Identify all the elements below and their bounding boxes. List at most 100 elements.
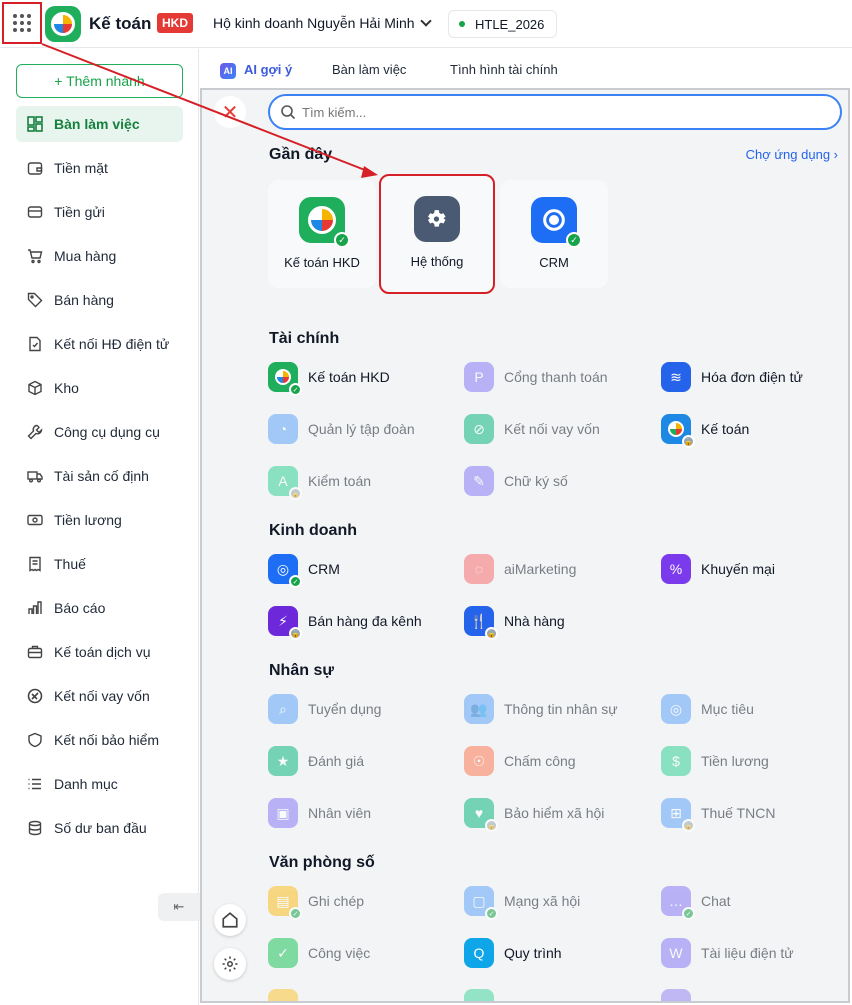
sidebar-item-tien-luong[interactable]: Tiền lương	[16, 502, 183, 538]
main-tabs: AI AI gợi ý Bàn làm việc Tình hình tài ch…	[200, 49, 852, 89]
home-icon	[222, 912, 238, 928]
sidebar-item-ke-toan-dich-vu[interactable]: Kế toán dịch vụ	[16, 634, 183, 670]
sidebar-item-danh-muc[interactable]: Danh mục	[16, 766, 183, 802]
sidebar-item-label: Kho	[54, 380, 79, 396]
sidebar-item-ket-noi-bao-hiem[interactable]: Kết nối bảo hiểm	[16, 722, 183, 758]
sidebar-item-label: Số dư ban đầu	[54, 820, 147, 836]
truck-icon	[26, 467, 44, 485]
app-muc-tieu[interactable]: ◎ Mục tiêu	[661, 693, 754, 725]
app-ket-noi-vay-von[interactable]: ⊘ Kết nối vay vốn	[464, 413, 600, 445]
app-launcher-button[interactable]	[2, 2, 42, 44]
collapse-sidebar-button[interactable]: ⇤	[158, 893, 200, 921]
tab-ai-goi-y[interactable]: AI AI gợi ý	[220, 62, 292, 79]
sidebar-item-kho[interactable]: Kho	[16, 370, 183, 406]
app-store-link[interactable]: Chợ ứng dụng ›	[746, 147, 838, 162]
app-ban-hang-da-kenh[interactable]: ⚡ 🔒 Bán hàng đa kênh	[268, 605, 422, 640]
business-selector[interactable]: Hộ kinh doanh Nguyễn Hải Minh	[213, 15, 415, 31]
close-button[interactable]: ✕	[214, 96, 246, 128]
section-title-finance: Tài chính	[269, 330, 340, 347]
app-chat[interactable]: … ✓ Chat	[661, 885, 731, 920]
app-cham-cong[interactable]: ☉ Chấm công	[464, 745, 576, 777]
sidebar-item-mua-hang[interactable]: Mua hàng	[16, 238, 183, 274]
recent-app-he-thong[interactable]: Hệ thống	[379, 174, 495, 294]
shield-icon	[26, 731, 44, 749]
tab-tinh-hinh-tai-chinh[interactable]: Tình hình tài chính	[450, 62, 558, 77]
environment-selector[interactable]: HTLE_2026	[448, 10, 558, 38]
app-quy-trinh[interactable]: Q Quy trình	[464, 937, 562, 969]
app-tai-lieu-dien-tu[interactable]: W Tài liệu điện tử	[661, 937, 794, 969]
app-danh-gia[interactable]: ★ Đánh giá	[268, 745, 364, 777]
sidebar-item-label: Kế toán dịch vụ	[54, 644, 151, 660]
app-mang-xa-hoi[interactable]: ▢ ✓ Mạng xã hội	[464, 885, 580, 920]
search-box[interactable]	[268, 94, 842, 130]
app-cong-thanh-toan[interactable]: P Cổng thanh toán	[464, 361, 608, 393]
app-ke-toan-hkd[interactable]: ✓ Kế toán HKD	[268, 361, 390, 396]
fingerprint-icon: ☉	[464, 746, 494, 776]
sidebar-item-label: Thuế	[54, 556, 86, 572]
settings-button[interactable]	[214, 948, 246, 980]
gear-icon	[222, 956, 238, 972]
sidebar-item-so-du-ban-dau[interactable]: Số dư ban đầu	[16, 810, 183, 846]
chevron-down-icon[interactable]	[420, 15, 432, 27]
sidebar-item-ban-hang[interactable]: Bán hàng	[16, 282, 183, 318]
sidebar-item-ket-noi-hd[interactable]: Kết nối HĐ điện tử	[16, 326, 183, 362]
add-branch-button[interactable]: + Thêm nhánh	[16, 64, 183, 98]
tab-ban-lam-viec[interactable]: Bàn làm việc	[332, 62, 406, 77]
app-ghi-chep[interactable]: ▤ ✓ Ghi chép	[268, 885, 364, 920]
app-hoa-don-dien-tu[interactable]: ≋ Hóa đơn điện tử	[661, 361, 803, 393]
audit-icon: A 🔒	[268, 466, 302, 500]
sidebar-item-tai-san[interactable]: Tài sản cố định	[16, 458, 183, 494]
grid-icon	[13, 14, 31, 32]
e-invoice-icon: ≋	[661, 362, 691, 392]
app-icon-partial	[464, 989, 494, 1001]
payment-gateway-icon: P	[464, 362, 494, 392]
ai-icon: AI	[220, 62, 236, 79]
app-thong-tin-nhan-su[interactable]: 👥 Thông tin nhân sự	[464, 693, 618, 725]
app-ke-toan[interactable]: 🔒 Kế toán	[661, 413, 749, 448]
app-quan-ly-tap-doan[interactable]: ◔ Quản lý tập đoàn	[268, 413, 415, 445]
invoice-icon	[26, 335, 44, 353]
app-bao-hiem-xa-hoi[interactable]: ♥ 🔒 Bảo hiểm xã hội	[464, 797, 604, 832]
app-thue-tncn[interactable]: ⊞ 🔒 Thuế TNCN	[661, 797, 775, 832]
top-bar: Kế toán HKD Hộ kinh doanh Nguyễn Hải Min…	[0, 0, 852, 48]
sidebar-item-tien-gui[interactable]: Tiền gửi	[16, 194, 183, 230]
sidebar-item-bao-cao[interactable]: Báo cáo	[16, 590, 183, 626]
app-nha-hang[interactable]: 🍴 🔒 Nhà hàng	[464, 605, 565, 640]
sidebar-item-label: Tài sản cố định	[54, 468, 149, 484]
app-kiem-toan[interactable]: A 🔒 Kiểm toán	[268, 465, 371, 500]
app-khuyen-mai[interactable]: % Khuyến mại	[661, 553, 775, 585]
sidebar-item-label: Tiền mặt	[54, 160, 108, 176]
chart-icon	[26, 599, 44, 617]
ke-toan-logo	[45, 6, 81, 42]
sidebar-item-ban-lam-viec[interactable]: Bàn làm việc	[16, 106, 183, 142]
app-tien-luong[interactable]: $ Tiền lương	[661, 745, 769, 777]
digital-signature-icon: ✎	[464, 466, 494, 496]
sidebar-item-ket-noi-vay-von[interactable]: Kết nối vay vốn	[16, 678, 183, 714]
ke-toan-hkd-icon: ✓	[299, 197, 350, 248]
app-chu-ky-so[interactable]: ✎ Chữ ký số	[464, 465, 568, 497]
marketing-icon: ◌	[464, 554, 494, 584]
promotion-icon: %	[661, 554, 691, 584]
app-tuyen-dung[interactable]: ⌕ Tuyển dụng	[268, 693, 381, 725]
sidebar-item-cong-cu[interactable]: Công cụ dụng cụ	[16, 414, 183, 450]
briefcase-icon	[26, 643, 44, 661]
loan-icon	[26, 687, 44, 705]
app-aimarketing[interactable]: ◌ aiMarketing	[464, 553, 576, 585]
search-input[interactable]	[302, 104, 802, 120]
receipt-icon	[26, 555, 44, 573]
recent-app-crm[interactable]: ✓ CRM	[500, 180, 608, 288]
app-launcher-panel: ✕ Gần đây Chợ ứng dụng › ✓ Kế toán HKD H…	[200, 88, 850, 1003]
recent-title: Gần đây	[269, 146, 333, 163]
restaurant-icon: 🍴 🔒	[464, 606, 498, 640]
app-cong-viec[interactable]: ✓ Công việc	[268, 937, 370, 969]
app-nhan-vien[interactable]: ▣ Nhân viên	[268, 797, 371, 829]
cart-icon	[26, 247, 44, 265]
sidebar-item-thue[interactable]: Thuế	[16, 546, 183, 582]
recent-app-ke-toan-hkd[interactable]: ✓ Kế toán HKD	[268, 180, 376, 288]
app-crm[interactable]: ◎ ✓ CRM	[268, 553, 340, 588]
home-button[interactable]	[214, 904, 246, 936]
app-icon-partial	[268, 989, 298, 1001]
app-icon-partial	[661, 989, 691, 1001]
document-icon: W	[661, 938, 691, 968]
sidebar-item-tien-mat[interactable]: Tiền mặt	[16, 150, 183, 186]
